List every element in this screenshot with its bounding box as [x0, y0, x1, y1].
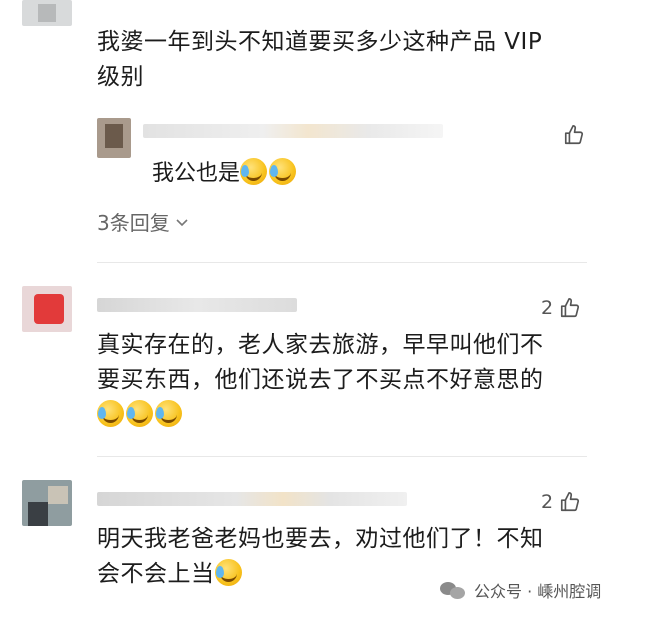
- crying-laughing-emoji: [214, 559, 242, 586]
- avatar[interactable]: [22, 0, 72, 26]
- reply-like-button[interactable]: [563, 124, 585, 146]
- wechat-icon: [440, 580, 466, 600]
- reply-avatar[interactable]: [97, 118, 131, 158]
- crying-laughing-emoji: [240, 158, 268, 185]
- crying-laughing-emoji: [155, 400, 182, 427]
- comment-text: 我婆一年到头不知道要买多少这种产品 VIP 级别: [97, 29, 543, 90]
- thumbs-up-icon: [561, 298, 580, 318]
- divider: [97, 262, 587, 263]
- username[interactable]: [97, 298, 297, 312]
- like-button[interactable]: 2: [541, 297, 581, 319]
- avatar[interactable]: [22, 480, 72, 526]
- crying-laughing-emoji: [97, 400, 124, 427]
- crying-laughing-emoji: [126, 400, 153, 427]
- reply-username[interactable]: [143, 124, 443, 138]
- thumbs-up-icon: [561, 492, 580, 512]
- like-count: 2: [541, 297, 554, 319]
- like-button[interactable]: 2: [541, 491, 581, 513]
- watermark: 公众号 · 嵊州腔调: [440, 578, 601, 602]
- thumbs-up-icon: [564, 125, 584, 145]
- like-count: 2: [541, 491, 554, 513]
- avatar[interactable]: [22, 286, 72, 332]
- crying-laughing-emoji: [269, 158, 297, 185]
- comment-thread: 我婆一年到头不知道要买多少这种产品 VIP 级别 我公也是 3条回复 2 真实存…: [0, 0, 646, 618]
- comment-text: 真实存在的，老人家去旅游，早早叫他们不 要买东西，他们还说去了不买点不好意思的: [97, 328, 544, 433]
- divider: [97, 456, 587, 457]
- chevron-down-icon: [176, 218, 188, 226]
- reply-text: 我公也是: [152, 158, 298, 189]
- username[interactable]: [97, 492, 407, 506]
- more-replies-link[interactable]: 3条回复: [97, 207, 190, 236]
